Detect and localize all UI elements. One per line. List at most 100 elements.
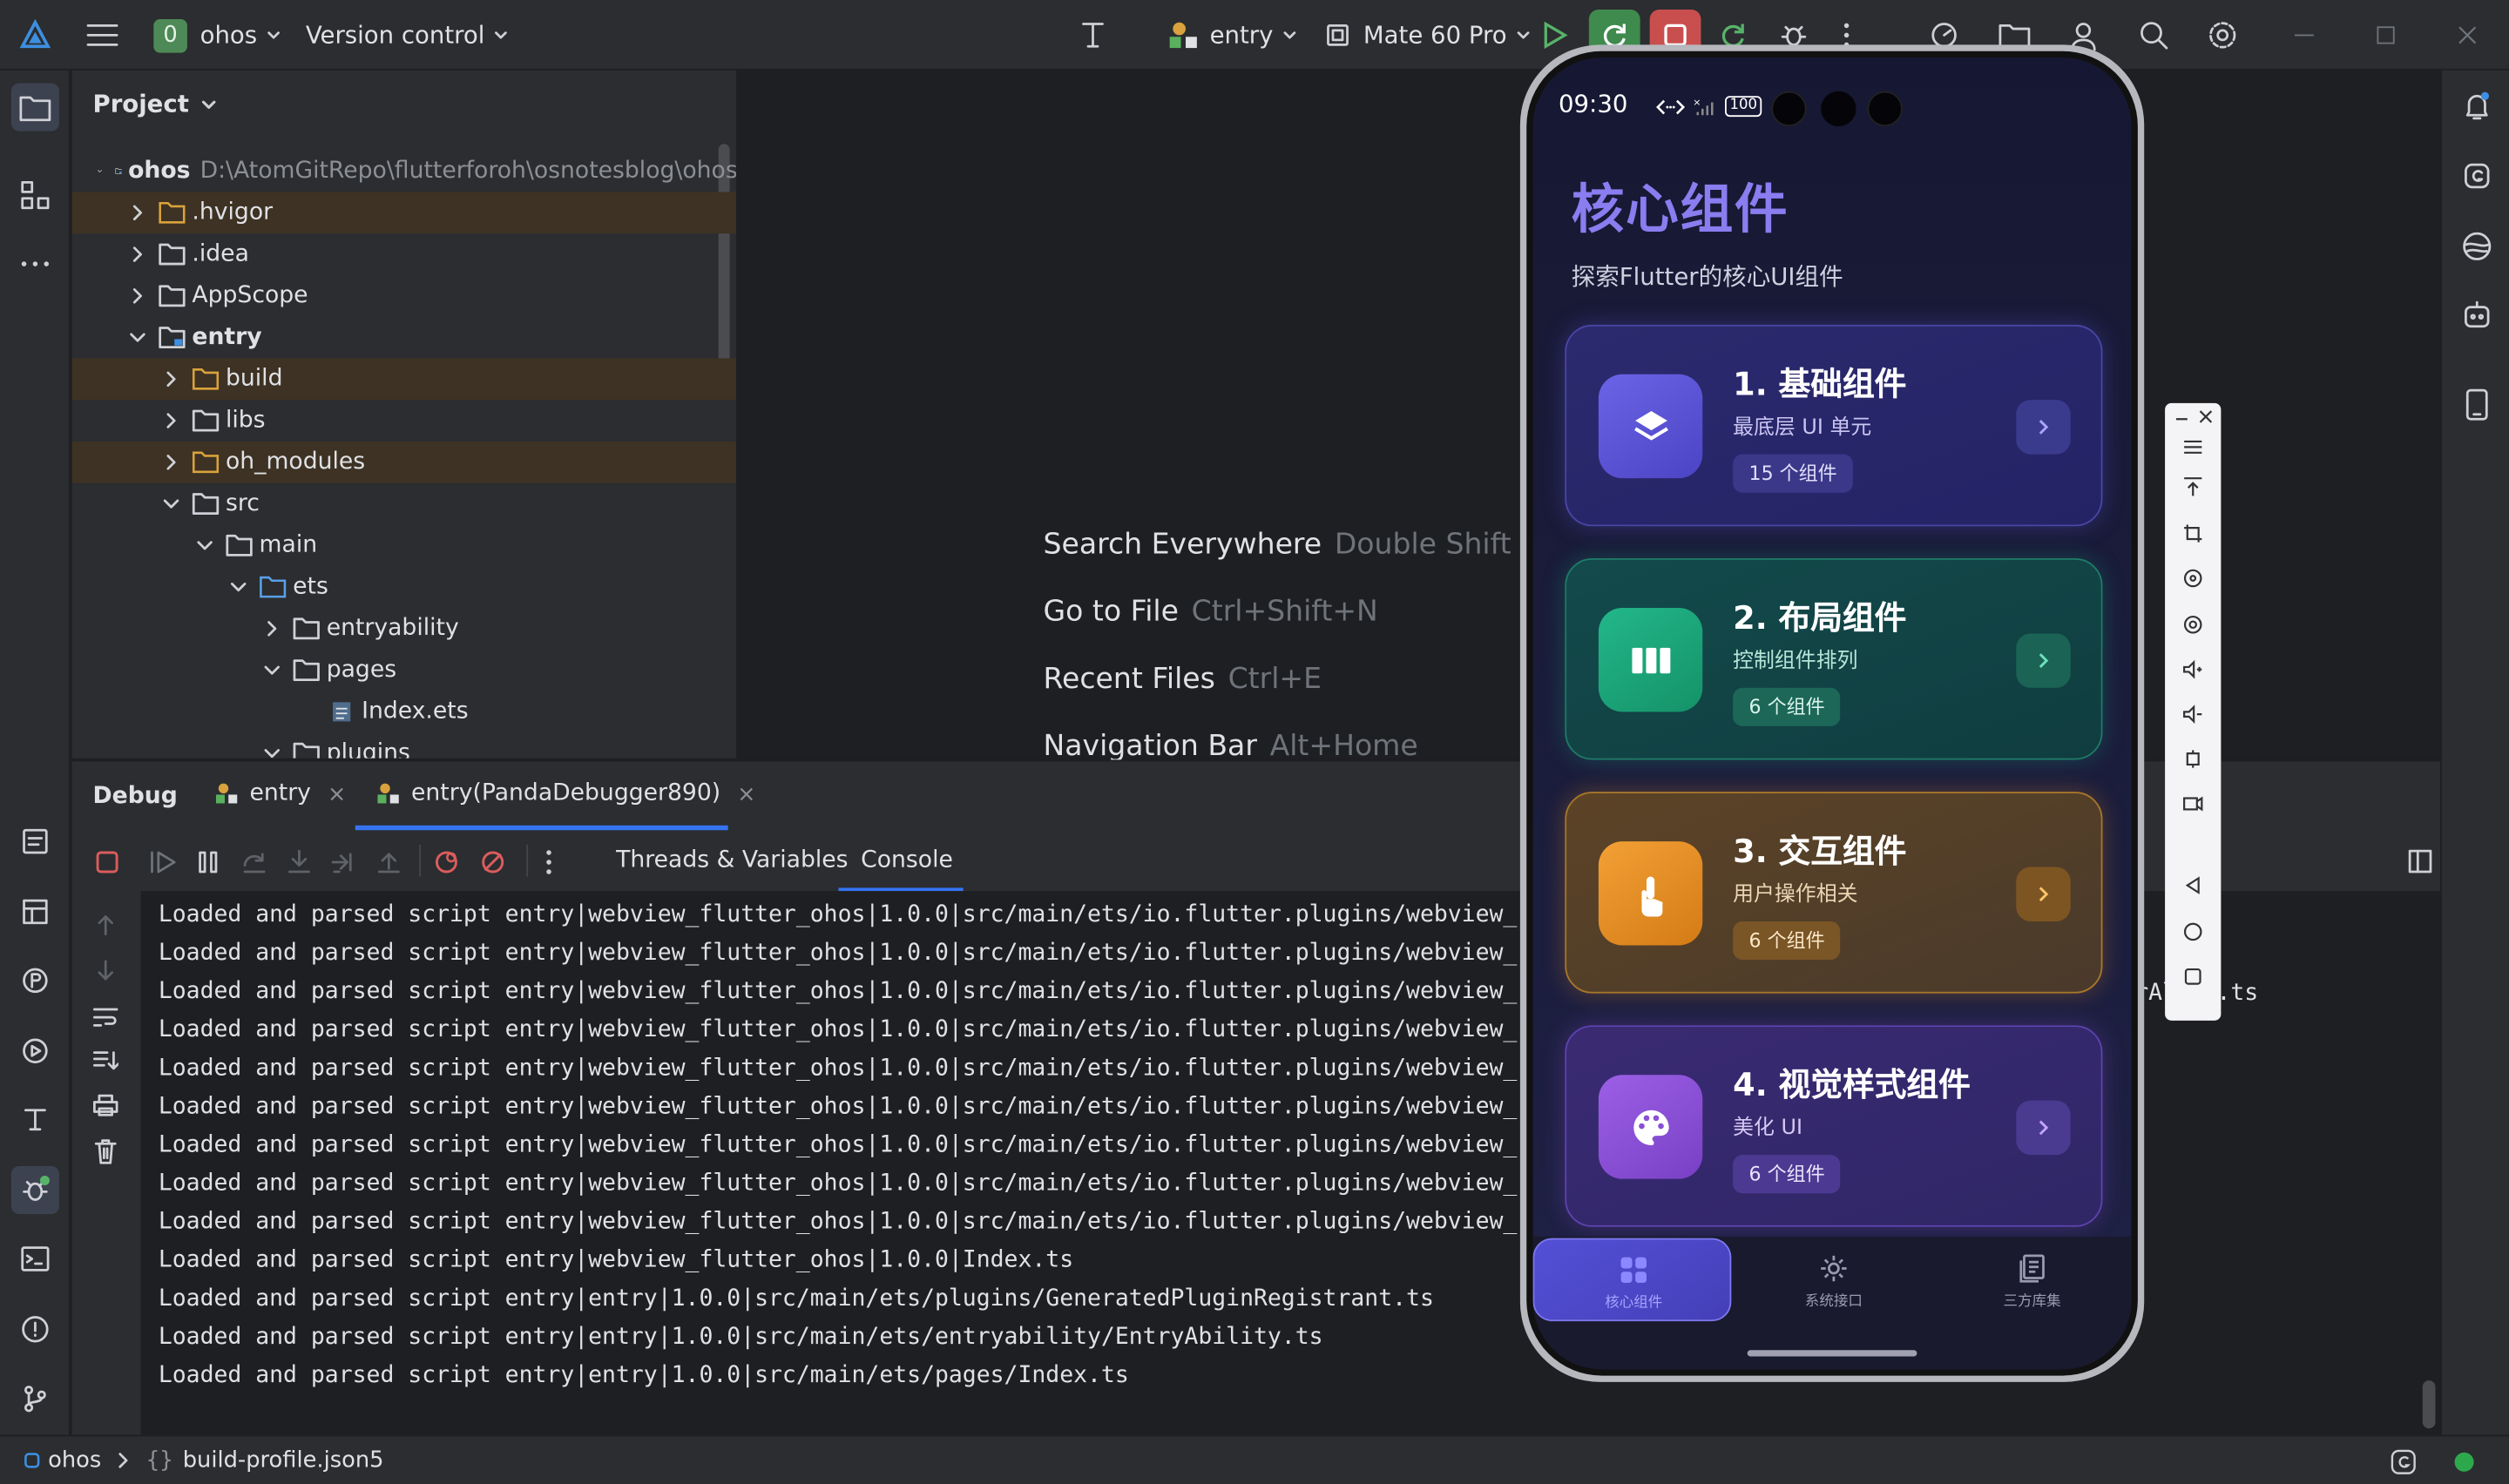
notifications-bell-icon[interactable]	[2453, 82, 2501, 130]
mute-breakpoints-icon[interactable]	[480, 849, 505, 874]
codegenie-icon[interactable]	[2453, 222, 2501, 270]
debug-tool-icon[interactable]	[10, 1165, 59, 1215]
card-interaction-components[interactable]: 3. 交互组件 用户操作相关 6 个组件	[1565, 792, 2103, 994]
step-over-icon[interactable]	[241, 849, 267, 874]
nav-item-system-apis[interactable]: 系统接口	[1735, 1238, 1933, 1322]
card-layout-components[interactable]: 2. 布局组件 控制组件排列 6 个组件	[1565, 558, 2103, 760]
tree-row-oh-modules[interactable]: oh_modules	[71, 441, 736, 483]
project-tool-icon[interactable]	[10, 83, 59, 132]
step-into-icon[interactable]	[287, 849, 312, 874]
resume-icon[interactable]	[149, 849, 178, 874]
phone-emulator[interactable]: 09:30 × 100 核心组件 探索Flutter的核心UI组件 1. 基础组…	[1519, 44, 2145, 1382]
nav-item-core-components[interactable]: 核心组件	[1532, 1238, 1732, 1322]
close-tab-icon[interactable]	[330, 786, 345, 801]
services-tool-icon[interactable]	[11, 1027, 59, 1075]
record-icon[interactable]	[2182, 793, 2203, 814]
minimize-icon[interactable]	[2174, 411, 2189, 426]
debug-tab-panda[interactable]: entry(PandaDebugger890)	[376, 780, 754, 806]
tree-row-main[interactable]: main	[72, 524, 736, 566]
tree-row-pages[interactable]: pages	[72, 650, 736, 691]
git-tool-icon[interactable]	[11, 1374, 59, 1422]
layout-settings-icon[interactable]	[2408, 849, 2432, 874]
phone-screen[interactable]: 09:30 × 100 核心组件 探索Flutter的核心UI组件 1. 基础组…	[1532, 57, 2132, 1370]
close-tab-icon[interactable]	[740, 786, 754, 801]
tree-row-index-ets[interactable]: Index.ets	[72, 691, 736, 732]
device-manager-icon[interactable]	[2453, 291, 2501, 339]
more-options-icon[interactable]	[545, 849, 551, 874]
tree-row-entry[interactable]: entry	[72, 317, 736, 359]
nav-item-third-party-libs[interactable]: 三方库集	[1933, 1238, 2132, 1322]
volume-up-icon[interactable]	[2182, 659, 2203, 680]
restore-window-icon[interactable]	[2377, 0, 2396, 71]
tree-row-src[interactable]: src	[72, 483, 736, 525]
build-hammer-icon[interactable]	[1077, 0, 1112, 71]
debug-tab-entry[interactable]: entry	[214, 780, 344, 806]
tree-row-plugins[interactable]: plugins	[72, 732, 736, 759]
main-menu-icon[interactable]	[86, 0, 118, 71]
back-icon[interactable]	[2182, 875, 2203, 896]
tree-row-root[interactable]: ohos D:\AtomGitRepo\flutterforoh\osnotes…	[72, 151, 736, 192]
crop-icon[interactable]	[2182, 523, 2203, 544]
todo-tool-icon[interactable]	[11, 818, 59, 866]
pin-top-icon[interactable]	[2182, 476, 2203, 497]
card-basic-components[interactable]: 1. 基础组件 最底层 UI 单元 15 个组件	[1565, 324, 2103, 527]
more-tools-icon[interactable]	[11, 240, 59, 288]
build-tool-icon[interactable]	[11, 1096, 59, 1143]
chevron-right-icon[interactable]	[2016, 867, 2071, 921]
menu-icon[interactable]	[2182, 436, 2203, 457]
stop-debug-icon[interactable]	[94, 849, 119, 874]
screenshot-icon[interactable]	[2182, 749, 2203, 770]
layout-tool-icon[interactable]	[11, 887, 59, 935]
problems-tool-icon[interactable]	[11, 1305, 59, 1353]
close-icon[interactable]	[2199, 409, 2214, 424]
card-visual-style-components[interactable]: 4. 视觉样式组件 美化 UI 6 个组件	[1565, 1025, 2103, 1227]
tree-row-build[interactable]: build	[71, 358, 736, 401]
settings-gear-icon[interactable]	[2207, 0, 2239, 71]
tree-row-idea[interactable]: .idea	[72, 233, 736, 275]
tree-row-hvigor[interactable]: .hvigor	[71, 192, 736, 234]
rotate-icon[interactable]	[2182, 568, 2203, 589]
console-scrollbar[interactable]	[2422, 1380, 2436, 1429]
tree-row-appscope[interactable]: AppScope	[72, 275, 736, 317]
assistant-icon[interactable]	[2453, 152, 2501, 199]
front-camera-icon	[1867, 91, 1903, 127]
vcs-menu[interactable]: Version control	[306, 0, 507, 71]
terminal-tool-icon[interactable]	[11, 1235, 59, 1283]
close-window-icon[interactable]	[2458, 0, 2477, 71]
status-breadcrumb-project[interactable]: ohos	[48, 1447, 101, 1473]
view-breakpoints-icon[interactable]	[434, 849, 459, 874]
step-out-icon[interactable]	[376, 849, 402, 874]
clear-all-icon[interactable]	[94, 1139, 117, 1164]
home-icon[interactable]	[2182, 921, 2203, 942]
tree-row-libs[interactable]: libs	[72, 400, 736, 442]
scroll-down-icon[interactable]	[94, 960, 117, 982]
search-icon[interactable]	[2138, 0, 2170, 71]
chevron-right-icon[interactable]	[2016, 400, 2071, 455]
project-selector[interactable]: 0 ohos	[153, 0, 280, 71]
scroll-to-end-icon[interactable]	[92, 1049, 118, 1072]
scroll-up-icon[interactable]	[94, 914, 117, 936]
location-icon[interactable]	[2182, 614, 2203, 635]
home-indicator[interactable]	[1747, 1350, 1917, 1357]
print-icon[interactable]	[92, 1094, 118, 1116]
tree-row-ets[interactable]: ets	[72, 566, 736, 608]
tree-row-entryability[interactable]: entryability	[72, 608, 736, 650]
chevron-right-icon[interactable]	[2016, 633, 2071, 688]
status-breadcrumb-file[interactable]: build-profile.json5	[183, 1447, 384, 1473]
emulator-phone-icon[interactable]	[2453, 381, 2501, 428]
tab-threads-variables[interactable]: Threads & Variables	[616, 847, 848, 873]
soft-wrap-icon[interactable]	[92, 1006, 118, 1029]
project-panel-header[interactable]: Project	[93, 90, 217, 118]
volume-down-icon[interactable]	[2182, 704, 2203, 725]
profiler-tool-icon[interactable]	[11, 956, 59, 1004]
assistant-status-icon[interactable]	[2391, 1449, 2416, 1474]
pause-icon[interactable]	[197, 849, 220, 874]
minimize-window-icon[interactable]	[2294, 0, 2314, 71]
recents-icon[interactable]	[2182, 966, 2203, 987]
device-selector[interactable]: Mate 60 Pro	[1325, 0, 1529, 71]
run-config-selector[interactable]: entry	[1168, 0, 1295, 71]
structure-tool-icon[interactable]	[11, 172, 59, 219]
chevron-right-icon[interactable]	[2016, 1100, 2071, 1156]
force-step-into-icon[interactable]	[331, 849, 356, 874]
tab-console[interactable]: Console	[861, 847, 953, 873]
